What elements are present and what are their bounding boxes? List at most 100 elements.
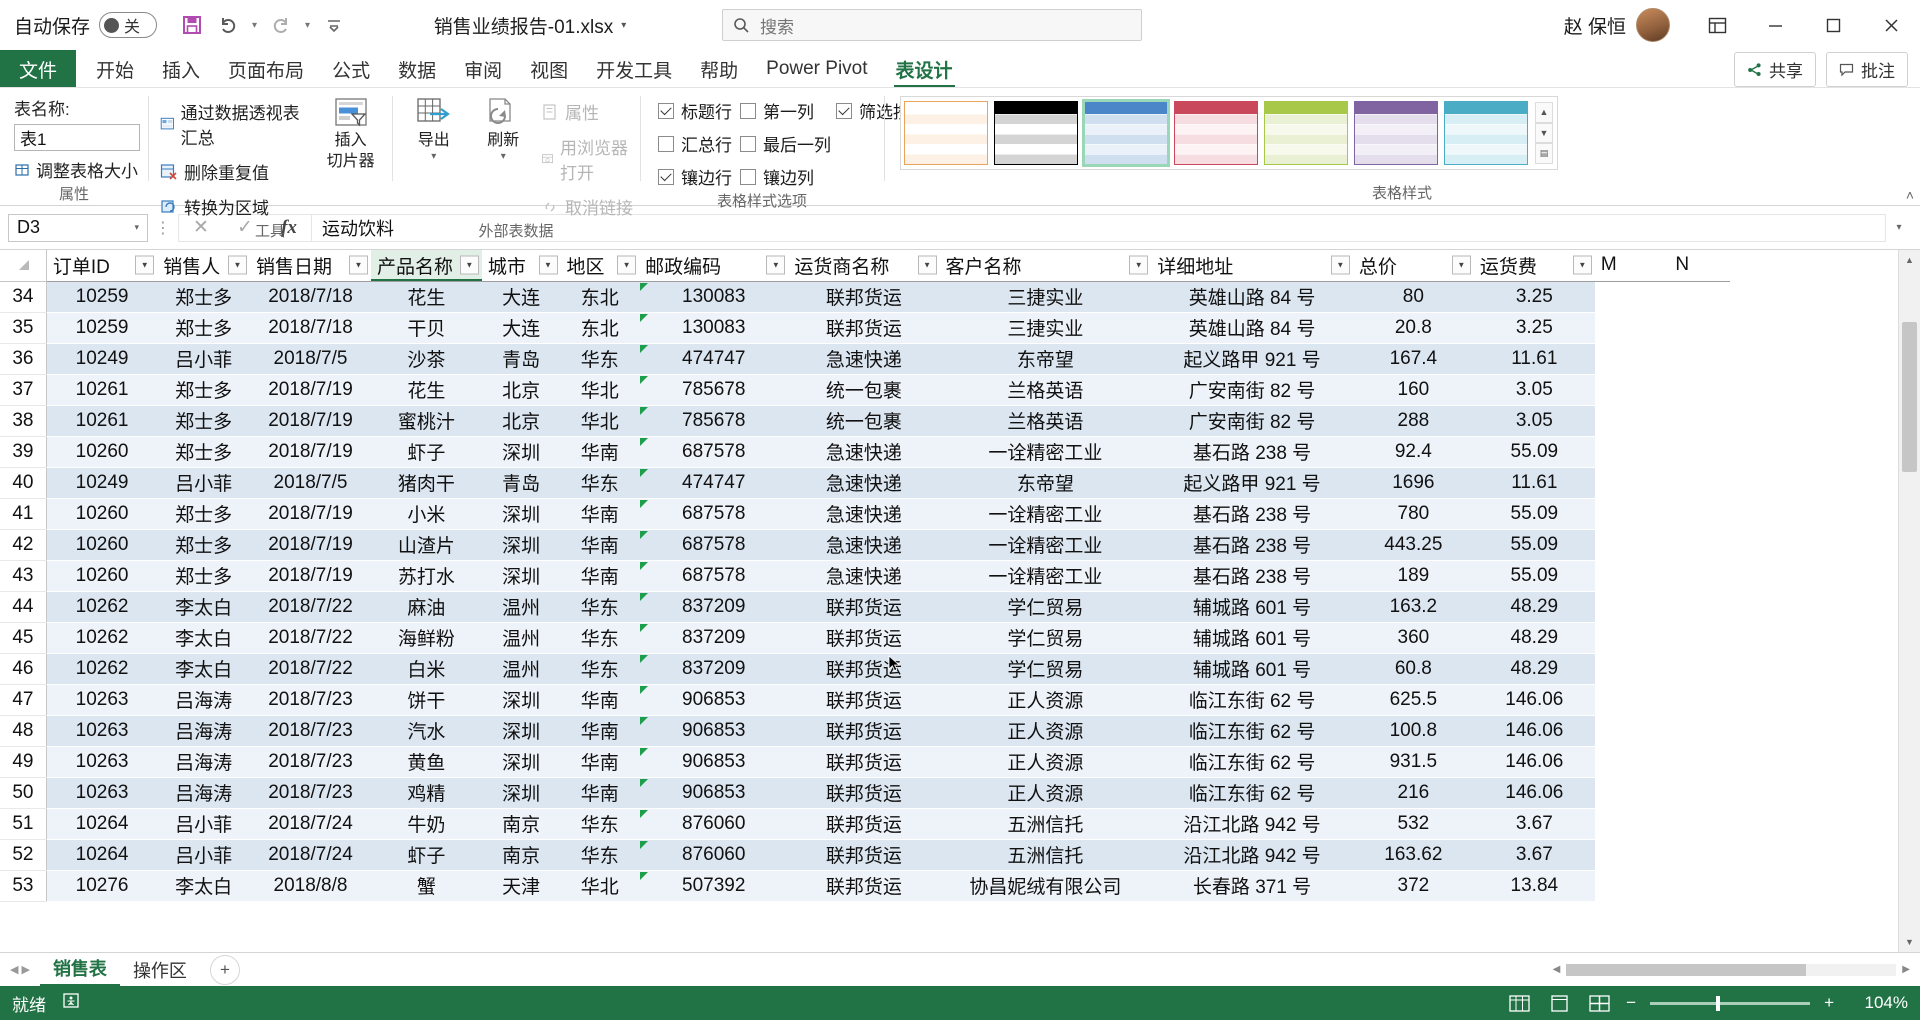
cell[interactable]: 吕海涛 bbox=[157, 746, 251, 778]
column-header-5[interactable]: 城市 ▼ bbox=[481, 250, 561, 282]
table-row[interactable]: 36 10249 吕小菲 2018/7/5 沙茶 青岛 华东 474747 急速快递 东帝望 起义路… bbox=[0, 343, 1730, 375]
cell[interactable]: 联邦货运 bbox=[788, 808, 940, 840]
table-row[interactable]: 48 10263 吕海涛 2018/7/23 汽水 深圳 华南 906853 联邦货运 正人资源临… bbox=[0, 715, 1730, 747]
cell[interactable]: 深圳 bbox=[481, 436, 561, 468]
cell[interactable]: 100.8 bbox=[1352, 715, 1474, 747]
gallery-scroll-up-icon[interactable]: ▲ bbox=[1535, 102, 1553, 123]
cell[interactable]: 猪肉干 bbox=[370, 467, 482, 499]
cell[interactable]: 160 bbox=[1352, 374, 1474, 406]
collapse-ribbon-icon[interactable]: ˄ bbox=[1906, 187, 1914, 203]
cell[interactable]: 联邦货运 bbox=[788, 746, 940, 778]
cell[interactable]: 216 bbox=[1352, 777, 1474, 809]
column-header-8[interactable]: 运货商名称 ▼ bbox=[788, 250, 940, 282]
cell[interactable]: 深圳 bbox=[481, 684, 561, 716]
cell[interactable]: 443.25 bbox=[1352, 529, 1474, 561]
last-column-checkbox[interactable] bbox=[740, 135, 756, 152]
cell[interactable]: 876060 bbox=[639, 808, 789, 840]
cell[interactable]: 10260 bbox=[46, 560, 158, 592]
row-header[interactable]: 53 bbox=[0, 870, 47, 902]
cell[interactable]: 11.61 bbox=[1473, 467, 1595, 499]
banded-columns-checkbox[interactable] bbox=[740, 168, 756, 185]
cell[interactable]: 长春路 371 号 bbox=[1151, 870, 1353, 902]
cell[interactable]: 协昌妮绒有限公司 bbox=[939, 870, 1152, 902]
cell[interactable]: 360 bbox=[1352, 622, 1474, 654]
normal-view-icon[interactable] bbox=[1506, 992, 1532, 1014]
cell[interactable] bbox=[1594, 715, 1670, 746]
accessibility-icon[interactable] bbox=[62, 991, 81, 1015]
table-row[interactable]: 50 10263 吕海涛 2018/7/23 鸡精 深圳 华南 906853 联邦货运 正人资源临… bbox=[0, 777, 1730, 809]
cell[interactable]: 906853 bbox=[639, 684, 789, 716]
cell[interactable] bbox=[1669, 839, 1730, 870]
cell[interactable] bbox=[1594, 684, 1670, 715]
expand-formula-bar-icon[interactable]: ▾ bbox=[1886, 222, 1912, 233]
cell[interactable]: 837209 bbox=[639, 653, 789, 685]
checkbox-banded-rows[interactable]: 镶边行 bbox=[658, 164, 736, 189]
cell[interactable]: 167.4 bbox=[1352, 343, 1474, 375]
table-row[interactable]: 42 10260 郑士多 2018/7/19 山渣片 深圳 华南 687578 急速快递 一诠精密… bbox=[0, 529, 1730, 561]
tab-formulas[interactable]: 公式 bbox=[318, 50, 384, 88]
cell[interactable]: 687578 bbox=[639, 560, 789, 592]
tab-insert[interactable]: 插入 bbox=[148, 50, 214, 88]
cell[interactable]: 一诠精密工业 bbox=[939, 436, 1152, 468]
cell[interactable]: 2018/7/23 bbox=[250, 777, 371, 809]
cell[interactable]: 广安南街 82 号 bbox=[1151, 405, 1353, 437]
cell[interactable] bbox=[1669, 281, 1730, 312]
row-header[interactable]: 39 bbox=[0, 436, 47, 468]
cell[interactable]: 10263 bbox=[46, 777, 158, 809]
cell[interactable]: 吕小菲 bbox=[157, 343, 251, 375]
table-style-medium-green[interactable] bbox=[1264, 101, 1348, 165]
redo-icon[interactable] bbox=[264, 8, 298, 42]
cell[interactable]: 汽水 bbox=[370, 715, 482, 747]
tab-page-layout[interactable]: 页面布局 bbox=[214, 50, 318, 88]
remove-duplicates-button[interactable]: 删除重复值 bbox=[160, 157, 305, 186]
cell[interactable]: 10264 bbox=[46, 808, 158, 840]
cell[interactable]: 80 bbox=[1352, 281, 1474, 313]
cell[interactable]: 3.25 bbox=[1473, 312, 1595, 344]
cell[interactable]: 李太白 bbox=[157, 870, 251, 902]
cell[interactable]: 深圳 bbox=[481, 715, 561, 747]
cell[interactable]: 906853 bbox=[639, 715, 789, 747]
cell[interactable] bbox=[1594, 777, 1670, 808]
filter-dropdown-icon[interactable]: ▼ bbox=[917, 255, 937, 275]
cell[interactable]: 基石路 238 号 bbox=[1151, 498, 1353, 530]
cell[interactable]: 2018/7/22 bbox=[250, 591, 371, 623]
cell[interactable] bbox=[1669, 653, 1730, 684]
cell[interactable]: 正人资源 bbox=[939, 684, 1152, 716]
checkbox-header-row[interactable]: 标题行 bbox=[658, 98, 736, 123]
cell[interactable]: 学仁贸易 bbox=[939, 591, 1152, 623]
cell[interactable]: 急速快递 bbox=[788, 467, 940, 499]
cell[interactable]: 2018/7/24 bbox=[250, 808, 371, 840]
cell[interactable]: 876060 bbox=[639, 839, 789, 871]
cell[interactable]: 一诠精密工业 bbox=[939, 498, 1152, 530]
cell[interactable]: 130083 bbox=[639, 281, 789, 313]
cell[interactable]: 联邦货运 bbox=[788, 312, 940, 344]
comments-button[interactable]: 批注 bbox=[1826, 51, 1908, 87]
cell[interactable]: 一诠精密工业 bbox=[939, 560, 1152, 592]
cell[interactable]: 大连 bbox=[481, 312, 561, 344]
cell[interactable]: 10259 bbox=[46, 312, 158, 344]
cell[interactable]: 2018/7/19 bbox=[250, 436, 371, 468]
cell[interactable]: 10261 bbox=[46, 405, 158, 437]
table-style-light-orange[interactable] bbox=[904, 101, 988, 165]
cell[interactable]: 北京 bbox=[481, 405, 561, 437]
row-header[interactable]: 37 bbox=[0, 374, 47, 406]
cell[interactable]: 临江东街 62 号 bbox=[1151, 684, 1353, 716]
cell[interactable]: 10263 bbox=[46, 684, 158, 716]
table-row[interactable]: 43 10260 郑士多 2018/7/19 苏打水 深圳 华南 687578 急速快递 一诠精密… bbox=[0, 560, 1730, 592]
ribbon-display-options-icon[interactable] bbox=[1688, 0, 1746, 50]
cell[interactable]: 联邦货运 bbox=[788, 684, 940, 716]
cell[interactable]: 2018/7/22 bbox=[250, 653, 371, 685]
cell[interactable]: 李太白 bbox=[157, 653, 251, 685]
cell[interactable]: 五洲信托 bbox=[939, 808, 1152, 840]
row-header[interactable]: 48 bbox=[0, 715, 47, 747]
cell[interactable]: 华南 bbox=[560, 715, 640, 747]
cell[interactable] bbox=[1594, 436, 1670, 467]
checkbox-last-column[interactable]: 最后一列 bbox=[740, 131, 832, 156]
cell[interactable]: 深圳 bbox=[481, 746, 561, 778]
horizontal-scrollbar[interactable]: ◀ ▶ bbox=[1553, 963, 1920, 976]
cell[interactable]: 163.62 bbox=[1352, 839, 1474, 871]
checkbox-first-column[interactable]: 第一列 bbox=[740, 98, 832, 123]
cell[interactable]: 郑士多 bbox=[157, 529, 251, 561]
sheet-nav-first-icon[interactable]: ◀ bbox=[10, 963, 18, 976]
cell[interactable]: 广安南街 82 号 bbox=[1151, 374, 1353, 406]
